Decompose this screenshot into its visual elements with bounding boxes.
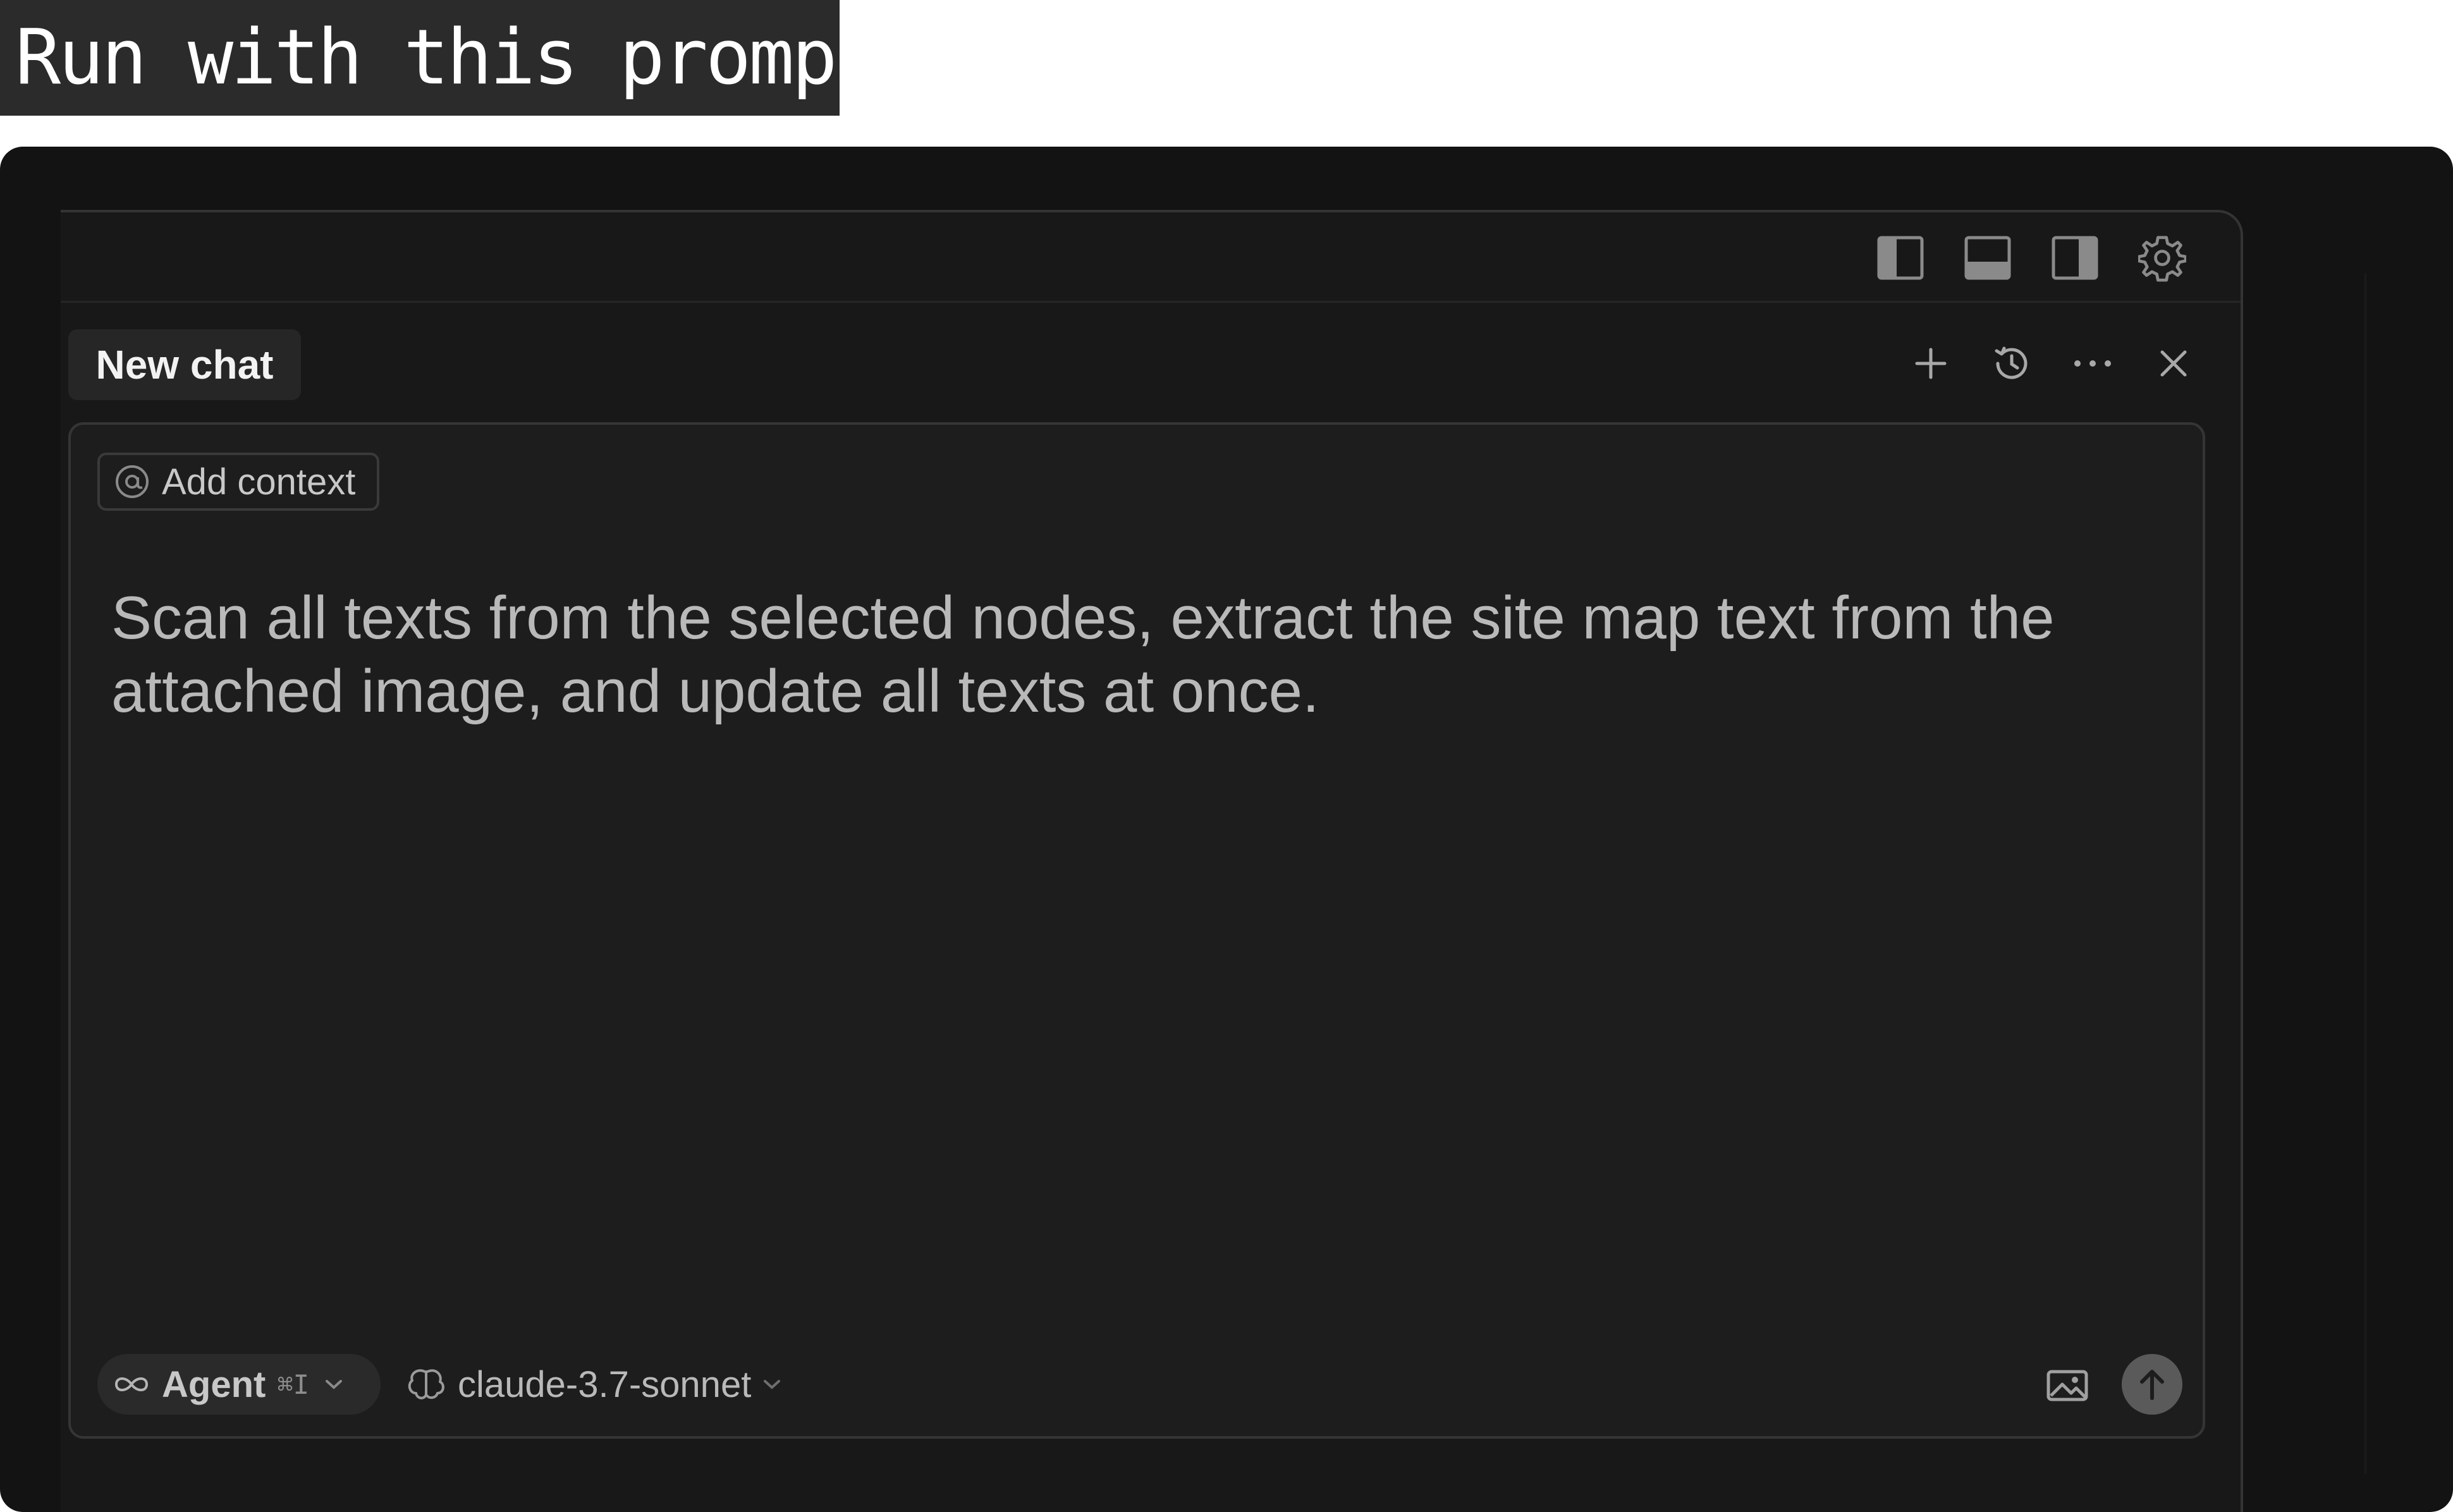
plus-icon[interactable]	[1906, 338, 1956, 389]
window-toolbar	[61, 212, 2241, 303]
panel-bottom-icon[interactable]	[1964, 234, 2012, 282]
chat-header: New chat	[61, 303, 2241, 400]
send-button[interactable]	[2122, 1354, 2182, 1415]
app-frame: New chat Add context Scan all texts from…	[0, 147, 2453, 1512]
sidebar-left-icon[interactable]	[1876, 234, 1924, 282]
mode-shortcut: ⌘I	[277, 1369, 309, 1400]
chat-composer[interactable]: Add context Scan all texts from the sele…	[68, 422, 2205, 1439]
close-icon[interactable]	[2148, 338, 2199, 389]
model-label: claude-3.7-sonnet	[458, 1363, 752, 1405]
history-icon[interactable]	[1986, 338, 2037, 389]
prompt-banner: Run with this prompt	[0, 0, 840, 116]
divider	[2364, 273, 2366, 1474]
sidebar-right-icon[interactable]	[2051, 234, 2099, 282]
add-context-button[interactable]: Add context	[97, 453, 380, 511]
image-upload-icon[interactable]	[2043, 1362, 2091, 1410]
arrow-up-icon	[2140, 1370, 2164, 1400]
more-icon[interactable]	[2067, 338, 2118, 389]
tab-new-chat[interactable]: New chat	[68, 329, 301, 400]
gear-icon[interactable]	[2138, 234, 2186, 282]
at-icon	[116, 465, 149, 498]
model-selector[interactable]: claude-3.7-sonnet	[406, 1354, 783, 1415]
add-context-label: Add context	[162, 461, 356, 503]
mode-selector[interactable]: Agent ⌘I	[97, 1354, 381, 1415]
brain-icon	[408, 1369, 444, 1399]
mode-label: Agent	[162, 1363, 266, 1405]
infinity-icon	[114, 1377, 149, 1391]
chat-panel: New chat Add context Scan all texts from…	[61, 210, 2243, 1512]
prompt-input[interactable]: Scan all texts from the selected nodes, …	[111, 582, 2172, 728]
chevron-down-icon	[764, 1380, 781, 1389]
chevron-down-icon	[325, 1380, 342, 1389]
